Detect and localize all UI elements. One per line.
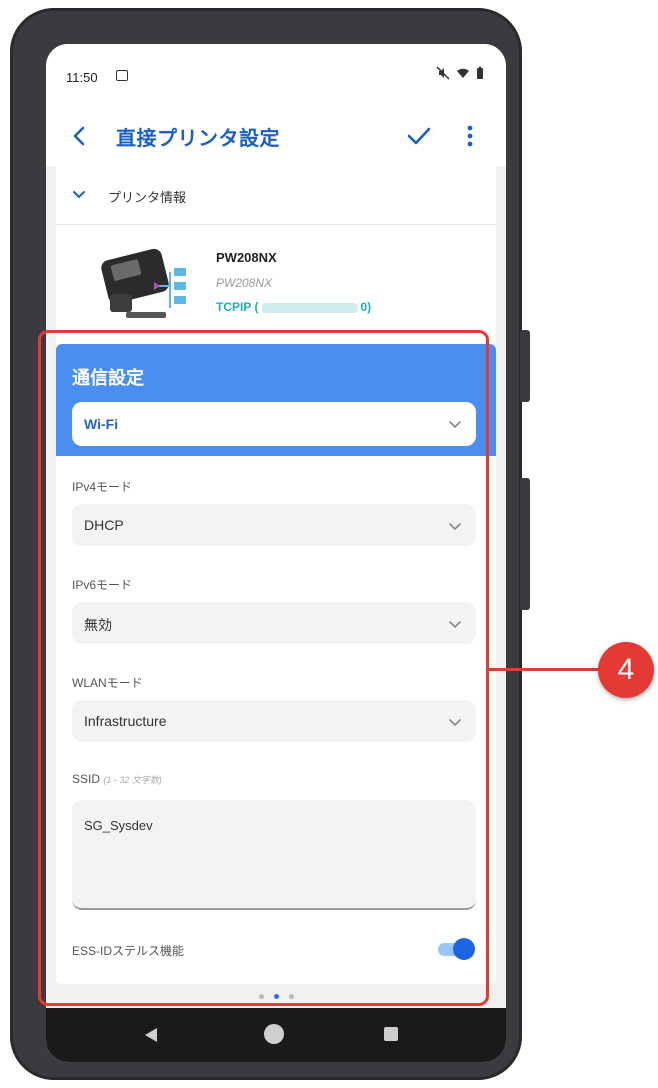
printer-info-header[interactable]: プリンタ情報 bbox=[56, 166, 496, 225]
printer-model: PW208NX bbox=[216, 276, 273, 290]
printer-connection: TCPIP ( 0) bbox=[216, 300, 371, 314]
callout-badge: 4 bbox=[598, 642, 654, 698]
nav-recents-icon[interactable] bbox=[384, 1027, 398, 1041]
chevron-down-icon bbox=[73, 191, 85, 199]
status-bar: 11:50 bbox=[46, 44, 506, 108]
status-time: 11:50 bbox=[66, 70, 98, 85]
masked-ip-address bbox=[262, 302, 359, 313]
nav-back-icon[interactable] bbox=[142, 1026, 160, 1044]
battery-icon bbox=[477, 66, 483, 79]
callout-line bbox=[489, 668, 599, 671]
system-nav-bar bbox=[46, 1008, 506, 1062]
app-toolbar: 直接プリンタ設定 bbox=[46, 108, 506, 166]
more-menu-icon[interactable] bbox=[460, 122, 480, 150]
back-arrow-icon[interactable] bbox=[66, 122, 94, 150]
status-icons bbox=[436, 66, 484, 80]
page-title: 直接プリンタ設定 bbox=[116, 128, 280, 150]
highlight-box bbox=[38, 330, 489, 1006]
printer-image bbox=[101, 248, 186, 318]
nav-home-icon[interactable] bbox=[264, 1024, 284, 1044]
connection-prefix: TCPIP ( bbox=[216, 300, 259, 314]
save-check-icon[interactable] bbox=[404, 122, 434, 150]
wifi-icon bbox=[457, 68, 469, 78]
connection-suffix: 0) bbox=[360, 300, 372, 314]
mute-icon bbox=[436, 66, 450, 80]
calendar-icon bbox=[116, 70, 128, 81]
printer-name: PW208NX bbox=[216, 250, 277, 265]
printer-info-label: プリンタ情報 bbox=[108, 190, 187, 205]
printer-info-card: プリンタ情報 PW208NX PW208NX TCPIP ( 0) bbox=[56, 166, 496, 354]
